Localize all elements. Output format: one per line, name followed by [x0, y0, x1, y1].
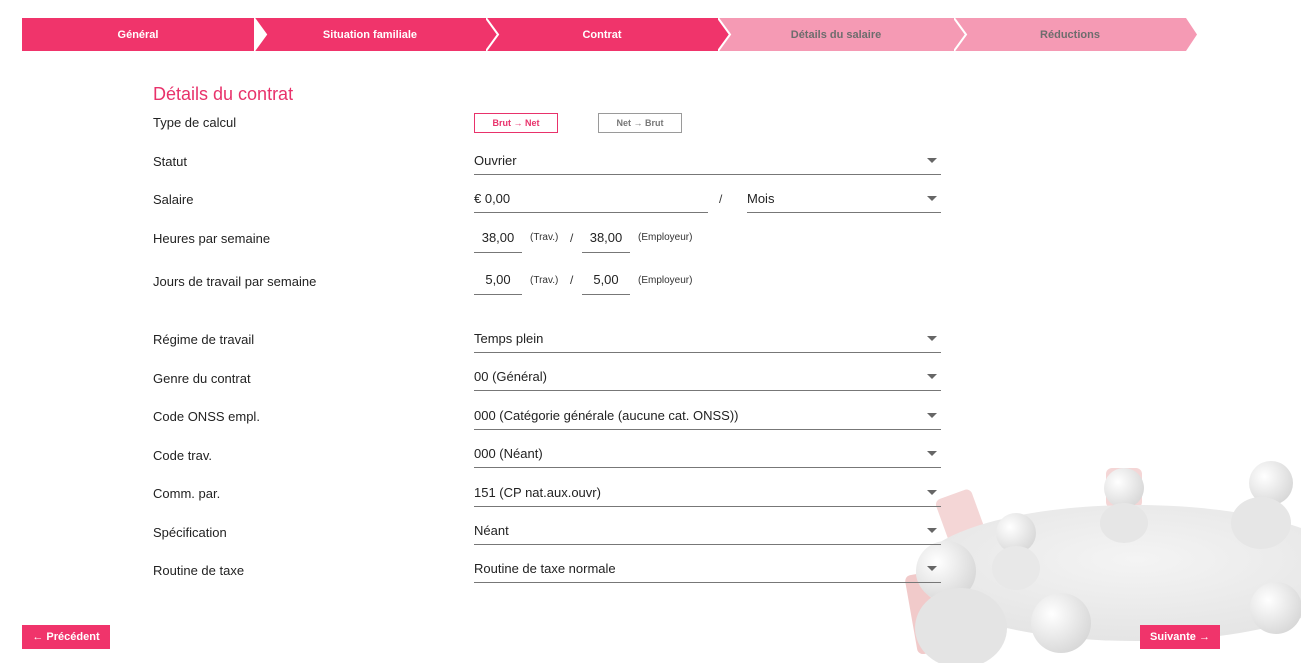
- next-button[interactable]: Suivante →: [1140, 625, 1220, 649]
- net-to-gross-toggle[interactable]: Net → Brut: [598, 113, 682, 133]
- onss-select[interactable]: 000 (Catégorie générale (aucune cat. ONS…: [474, 402, 941, 430]
- statut-label: Statut: [153, 154, 187, 169]
- meeting-illustration: [905, 461, 1301, 663]
- chevron-down-icon: [927, 490, 937, 495]
- specification-value: Néant: [474, 523, 509, 538]
- section-title: Détails du contrat: [153, 84, 294, 104]
- heures-worker-input[interactable]: 38,00: [474, 223, 522, 253]
- progress-stepper: Général Situation familiale Contrat Déta…: [22, 18, 1197, 51]
- previous-button[interactable]: ← Précédent: [22, 625, 110, 649]
- heures-employer-input[interactable]: 38,00: [582, 223, 630, 253]
- jours-employer-input[interactable]: 5,00: [582, 265, 630, 295]
- comm-par-value: 151 (CP nat.aux.ouvr): [474, 485, 601, 500]
- chevron-down-icon: [927, 374, 937, 379]
- statut-select[interactable]: Ouvrier: [474, 147, 941, 175]
- step-reductions-label: Réductions: [1040, 28, 1100, 41]
- code-trav-label: Code trav.: [153, 448, 213, 463]
- code-trav-select[interactable]: 000 (Néant): [474, 440, 941, 468]
- salaire-label: Salaire: [153, 192, 194, 207]
- step-general[interactable]: Général: [22, 18, 254, 51]
- salaire-input[interactable]: € 0,00: [474, 185, 708, 213]
- code-trav-value: 000 (Néant): [474, 446, 543, 461]
- step-contrat[interactable]: Contrat: [486, 18, 730, 51]
- salaire-period-select[interactable]: Mois: [747, 185, 941, 213]
- jours-worker-input[interactable]: 5,00: [474, 265, 522, 295]
- salaire-separator: /: [719, 192, 723, 206]
- onss-value: 000 (Catégorie générale (aucune cat. ONS…: [474, 408, 739, 423]
- step-contrat-label: Contrat: [582, 28, 622, 41]
- genre-value: 00 (Général): [474, 369, 547, 384]
- step-situation-label: Situation familiale: [322, 28, 418, 41]
- regime-value: Temps plein: [474, 331, 544, 346]
- chevron-down-icon: [927, 336, 937, 341]
- step-details-salaire[interactable]: Détails du salaire: [718, 18, 966, 51]
- step-details-label: Détails du salaire: [790, 28, 882, 41]
- regime-label: Régime de travail: [153, 332, 255, 347]
- calc-type-label: Type de calcul: [153, 115, 237, 130]
- salaire-period-value: Mois: [747, 191, 775, 206]
- step-reductions[interactable]: Réductions: [954, 18, 1197, 51]
- chevron-down-icon: [927, 451, 937, 456]
- specification-label: Spécification: [153, 525, 227, 540]
- genre-label: Genre du contrat: [153, 371, 251, 386]
- routine-label: Routine de taxe: [153, 563, 245, 578]
- jours-separator: /: [570, 273, 574, 287]
- onss-label: Code ONSS empl.: [153, 409, 260, 424]
- jours-label: Jours de travail par semaine: [153, 274, 317, 289]
- jours-employer-hint: (Employeur): [638, 275, 693, 286]
- regime-select[interactable]: Temps plein: [474, 325, 941, 353]
- routine-value: Routine de taxe normale: [474, 561, 616, 576]
- comm-par-label: Comm. par.: [153, 486, 221, 501]
- statut-value: Ouvrier: [474, 153, 517, 168]
- comm-par-select[interactable]: 151 (CP nat.aux.ouvr): [474, 479, 941, 507]
- heures-worker-hint: (Trav.): [530, 232, 559, 243]
- chevron-down-icon: [927, 528, 937, 533]
- step-general-label: Général: [117, 28, 159, 41]
- heures-employer-hint: (Employeur): [638, 232, 693, 243]
- gross-to-net-toggle[interactable]: Brut → Net: [474, 113, 558, 133]
- genre-select[interactable]: 00 (Général): [474, 363, 941, 391]
- chevron-down-icon: [927, 413, 937, 418]
- heures-label: Heures par semaine: [153, 231, 271, 246]
- chevron-down-icon: [927, 158, 937, 163]
- specification-select[interactable]: Néant: [474, 517, 941, 545]
- routine-select[interactable]: Routine de taxe normale: [474, 555, 941, 583]
- heures-separator: /: [570, 231, 574, 245]
- step-situation-familiale[interactable]: Situation familiale: [254, 18, 498, 51]
- jours-worker-hint: (Trav.): [530, 275, 559, 286]
- chevron-down-icon: [927, 566, 937, 571]
- chevron-down-icon: [927, 196, 937, 201]
